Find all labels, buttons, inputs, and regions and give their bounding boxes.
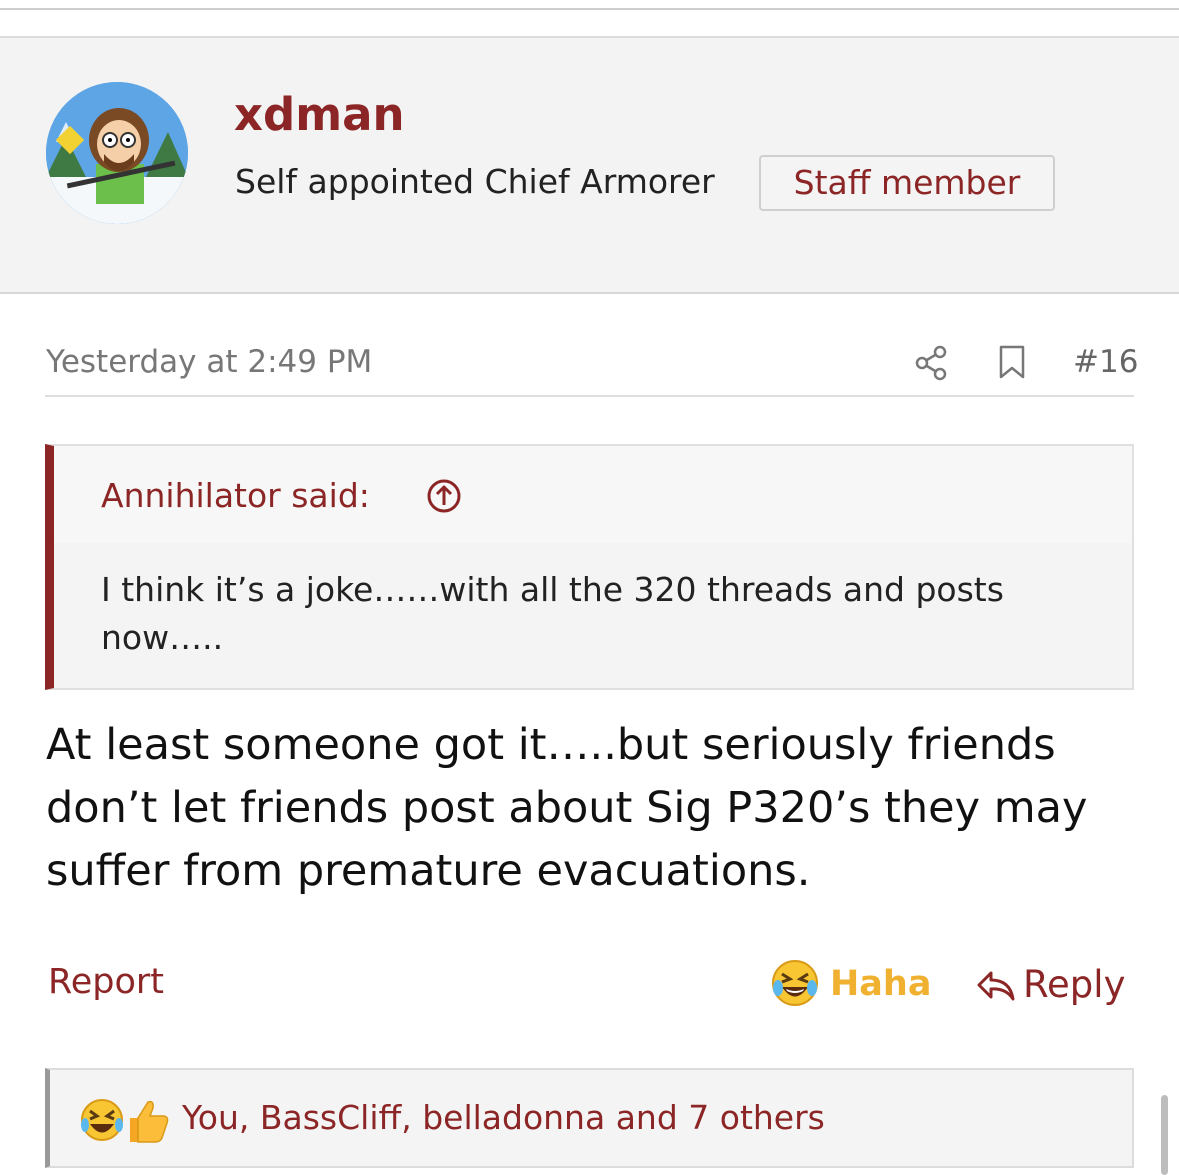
quote-block: Annihilator said: I think it’s a joke……w… <box>45 444 1134 690</box>
arrow-up-circle-icon[interactable] <box>426 478 462 514</box>
reaction-users[interactable]: You, BassCliff, belladonna and 7 others <box>182 1098 825 1137</box>
post-message: At least someone got it…..but seriously … <box>46 720 1088 896</box>
top-divider <box>0 8 1179 10</box>
share-icon[interactable] <box>914 345 948 381</box>
bookmark-icon[interactable] <box>998 345 1026 379</box>
quote-body: I think it’s a joke……with all the 320 th… <box>101 570 1004 657</box>
laughing-emoji-icon <box>772 960 818 1006</box>
thumbs-up-icon <box>130 1100 169 1143</box>
post-date[interactable]: Yesterday at 2:49 PM <box>46 344 372 380</box>
post-number[interactable]: #16 <box>1073 344 1138 380</box>
username[interactable]: xdman <box>234 88 405 141</box>
meta-divider <box>45 395 1134 397</box>
reply-arrow-icon <box>977 971 1015 1001</box>
quote-author[interactable]: Annihilator said: <box>101 476 370 515</box>
avatar-image <box>46 82 188 224</box>
scrollbar[interactable] <box>1161 1095 1168 1175</box>
reactions-bar[interactable]: You, BassCliff, belladonna and 7 others <box>45 1068 1134 1168</box>
user-title: Self appointed Chief Armorer <box>235 162 715 201</box>
haha-label: Haha <box>830 964 932 1004</box>
staff-badge: Staff member <box>759 155 1055 211</box>
avatar[interactable] <box>46 82 188 224</box>
report-link[interactable]: Report <box>48 962 164 1002</box>
reply-label: Reply <box>1023 963 1126 1006</box>
laughing-emoji-icon <box>81 1099 123 1141</box>
reply-button[interactable]: Reply <box>976 962 1136 1012</box>
reaction-icons <box>81 1099 169 1143</box>
